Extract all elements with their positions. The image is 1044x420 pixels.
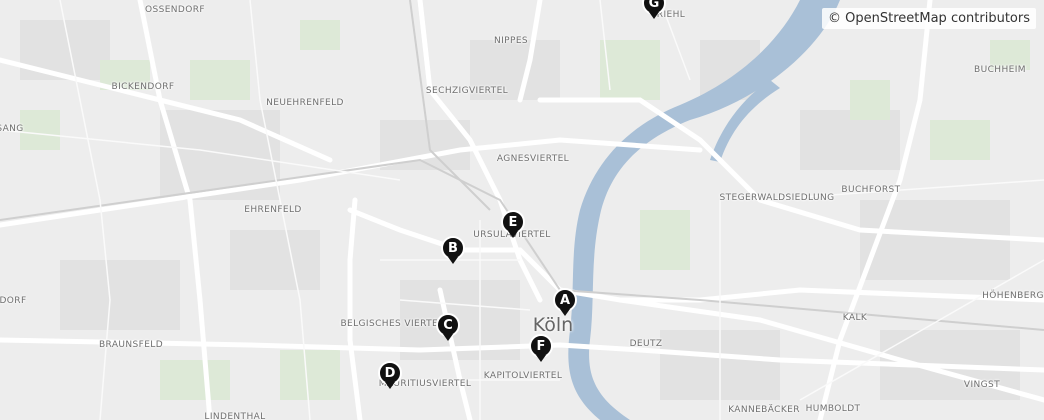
marker-letter: C — [443, 317, 453, 333]
label-dorf: DORF — [0, 296, 27, 306]
marker-letter: F — [536, 338, 546, 354]
label-belgisches-viertel: BELGISCHES VIERTEL — [340, 319, 444, 329]
marker-letter: A — [559, 292, 571, 308]
label-ehrenfeld: EHRENFELD — [244, 205, 302, 215]
map-marker-a[interactable]: A — [553, 288, 577, 318]
marker-letter: D — [384, 365, 396, 381]
map-marker-f[interactable]: F — [529, 334, 553, 364]
marker-tail — [443, 334, 453, 341]
label-braunsfeld: BRAUNSFELD — [98, 340, 164, 350]
label-kalk: KALK — [842, 313, 868, 323]
label-ossendorf: OSSENDORF — [145, 5, 205, 15]
marker-tail — [385, 382, 395, 389]
label-sang: SANG — [0, 124, 24, 134]
map-attribution[interactable]: © OpenStreetMap contributors — [822, 8, 1036, 29]
label-stegerwaldsiedlung: STEGERWALDSIEDLUNG — [719, 193, 835, 203]
map-marker-e[interactable]: E — [501, 210, 525, 240]
label-buchheim: BUCHHEIM — [974, 65, 1026, 75]
marker-tail — [536, 355, 546, 362]
marker-letter: E — [508, 214, 518, 230]
label-hoehenberg: HÖHENBERG — [982, 291, 1044, 301]
label-deutz: DEUTZ — [629, 339, 663, 349]
map-canvas[interactable]: OSSENDORF NIPPES RIEHL BUCHHEIM BICKENDO… — [0, 0, 1044, 420]
label-buchforst: BUCHFORST — [841, 185, 901, 195]
label-agnesviertel: AGNESVIERTEL — [496, 154, 570, 164]
marker-letter: G — [648, 0, 660, 11]
label-kapitolviertel: KAPITOLVIERTEL — [483, 371, 563, 381]
marker-letter: B — [448, 240, 458, 256]
label-bickendorf: BICKENDORF — [111, 82, 175, 92]
label-sechzigviertel: SECHZIGVIERTEL — [425, 86, 509, 96]
marker-tail — [560, 309, 570, 316]
map-marker-c[interactable]: C — [436, 313, 460, 343]
label-neuehrenfeld: NEUEHRENFELD — [266, 98, 344, 108]
label-nippes: NIPPES — [493, 36, 529, 46]
label-humboldt: HUMBOLDT — [805, 404, 861, 414]
map-marker-b[interactable]: B — [441, 236, 465, 266]
marker-tail — [649, 12, 659, 19]
marker-tail — [448, 257, 458, 264]
map-marker-g[interactable]: G — [642, 0, 666, 21]
label-vingst: VINGST — [963, 380, 1001, 390]
marker-tail — [508, 231, 518, 238]
label-lindenthal: LINDENTHAL — [204, 412, 266, 420]
map-marker-d[interactable]: D — [378, 361, 402, 391]
label-kannebaecker: KANNEBÄCKER — [728, 405, 800, 415]
